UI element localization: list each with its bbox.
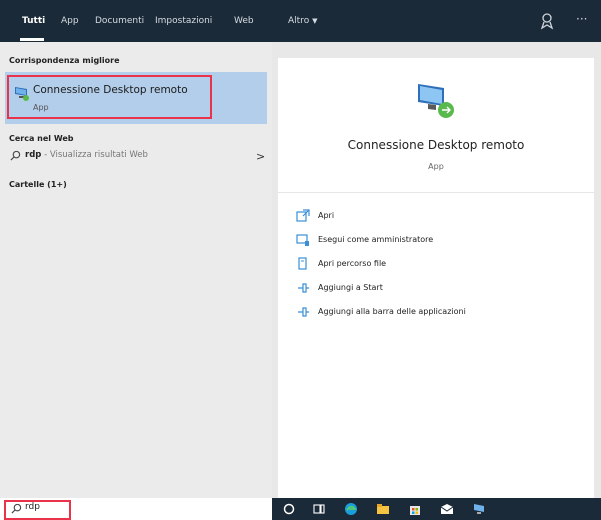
divider xyxy=(278,192,594,193)
open-icon xyxy=(296,209,310,222)
web-query-term: rdp xyxy=(25,150,42,160)
feedback-icon[interactable] xyxy=(539,12,557,30)
action-label: Aggiungi alla barra delle applicazioni xyxy=(318,307,466,316)
open-file-location-icon xyxy=(298,257,307,270)
mail-icon[interactable] xyxy=(440,502,454,516)
action-label: Esegui come amministratore xyxy=(318,235,434,244)
tab-more-label: Altro xyxy=(288,16,310,26)
store-icon[interactable] xyxy=(408,502,422,516)
preview-pane xyxy=(278,58,594,498)
action-pin-to-taskbar[interactable]: Aggiungi alla barra delle applicazioni xyxy=(296,305,536,321)
active-tab-indicator xyxy=(20,38,44,41)
pin-to-start-icon xyxy=(298,283,309,293)
best-match-highlight xyxy=(7,75,212,119)
action-run-as-admin[interactable]: Esegui come amministratore xyxy=(296,233,536,249)
folders-header[interactable]: Cartelle (1+) xyxy=(9,180,67,189)
action-open-file-location[interactable]: Apri percorso file xyxy=(296,257,536,273)
search-icon xyxy=(10,150,21,161)
remote-desktop-icon xyxy=(15,87,29,101)
cortana-icon[interactable] xyxy=(282,502,296,516)
web-query-text: rdp - Visualizza risultati Web xyxy=(25,150,148,160)
web-result-item[interactable]: rdp - Visualizza risultati Web > xyxy=(0,146,272,170)
action-open[interactable]: Apri xyxy=(296,209,536,225)
preview-app-name: Connessione Desktop remoto xyxy=(347,138,525,152)
search-filter-bar: Tutti App Documenti Impostazioni Web Alt… xyxy=(0,0,601,42)
search-icon xyxy=(11,503,22,514)
tab-more[interactable]: Altro ▼ xyxy=(288,0,317,42)
action-pin-to-start[interactable]: Aggiungi a Start xyxy=(296,281,536,297)
search-input[interactable]: rdp xyxy=(25,502,40,512)
file-explorer-icon[interactable] xyxy=(376,502,390,516)
remote-desktop-taskbar-icon[interactable] xyxy=(472,502,486,516)
tab-settings[interactable]: Impostazioni xyxy=(155,0,212,42)
tab-apps[interactable]: App xyxy=(61,0,79,42)
more-options-icon[interactable]: ··· xyxy=(576,12,587,30)
remote-desktop-large-icon xyxy=(418,84,454,118)
chevron-down-icon: ▼ xyxy=(312,17,318,25)
tab-all[interactable]: Tutti xyxy=(22,0,45,42)
web-header: Cerca nel Web xyxy=(9,134,74,143)
action-label: Apri percorso file xyxy=(318,259,387,268)
task-view-icon[interactable] xyxy=(312,502,326,516)
search-bar[interactable]: rdp xyxy=(0,498,272,520)
web-query-hint: - Visualizza risultati Web xyxy=(41,150,148,160)
action-label: Apri xyxy=(318,211,335,220)
tab-documents[interactable]: Documenti xyxy=(95,0,144,42)
best-match-subtitle: App xyxy=(33,103,49,112)
best-match-header: Corrispondenza migliore xyxy=(9,56,120,65)
action-label: Aggiungi a Start xyxy=(318,283,383,292)
run-as-admin-icon xyxy=(296,234,309,246)
preview-app-type: App xyxy=(428,162,444,171)
edge-icon[interactable] xyxy=(344,502,358,516)
taskbar xyxy=(272,498,601,520)
tab-web[interactable]: Web xyxy=(234,0,254,42)
best-match-title: Connessione Desktop remoto xyxy=(33,84,188,96)
chevron-right-icon[interactable]: > xyxy=(256,150,265,163)
pin-to-taskbar-icon xyxy=(298,307,309,317)
